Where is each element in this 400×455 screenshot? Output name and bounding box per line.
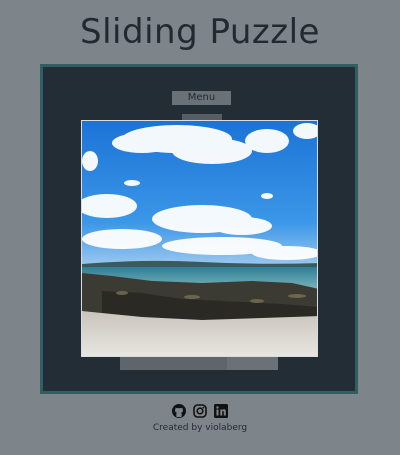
page-title: Sliding Puzzle — [80, 12, 320, 52]
linkedin-icon[interactable] — [214, 403, 228, 418]
game-board: Menu — [40, 64, 358, 394]
github-icon[interactable] — [172, 403, 186, 418]
credit-text: Created by violaberg — [152, 423, 248, 433]
menu-button[interactable]: Menu — [172, 91, 231, 105]
instagram-icon[interactable] — [193, 403, 207, 418]
puzzle-image[interactable] — [81, 120, 318, 357]
social-links — [0, 403, 400, 418]
beach-scene-image — [82, 121, 317, 356]
